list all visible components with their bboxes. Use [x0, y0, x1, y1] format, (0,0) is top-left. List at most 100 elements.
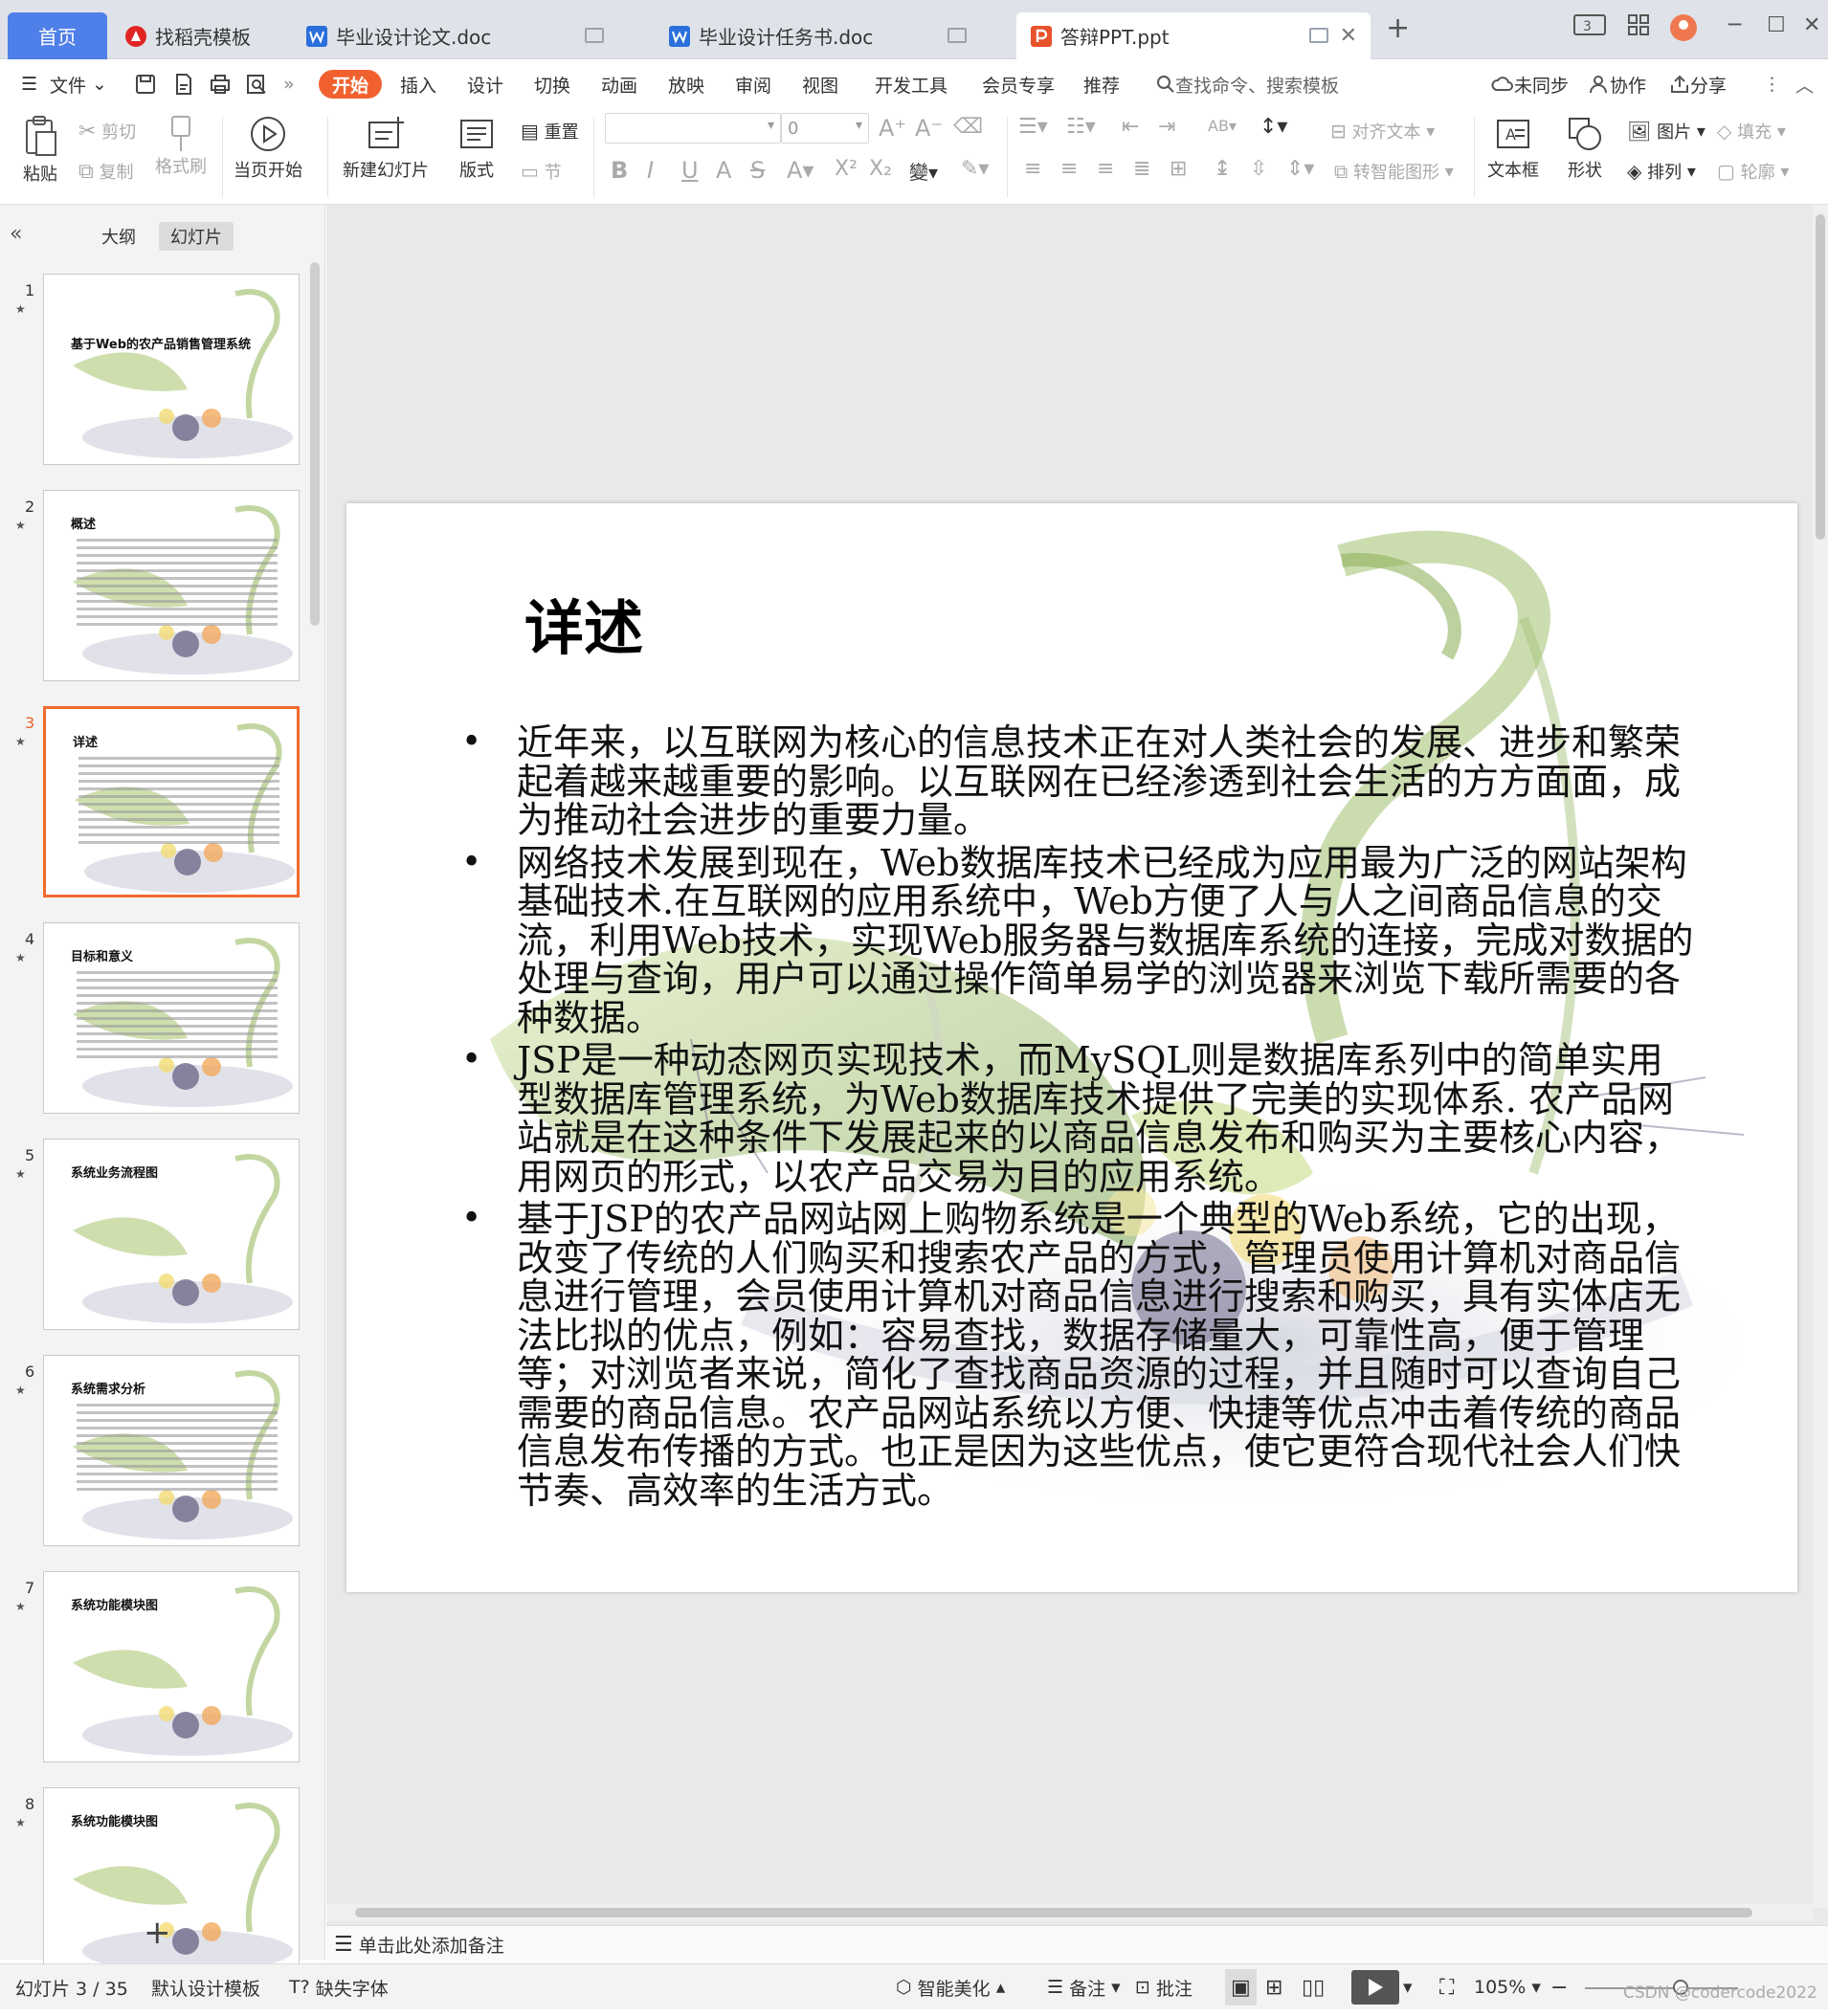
subscript-icon[interactable]: X₂: [869, 157, 892, 181]
minimize-icon[interactable]: ─: [1728, 13, 1741, 37]
cut-button[interactable]: ✂ 剪切: [78, 119, 136, 144]
slide-thumbnail[interactable]: 系统功能模块图: [43, 1571, 300, 1762]
tab-slides[interactable]: 幻灯片: [159, 222, 234, 251]
shape-button[interactable]: 形状: [1566, 115, 1604, 182]
section-button[interactable]: ▭ 节: [521, 159, 562, 184]
menu-view[interactable]: 视图: [802, 59, 838, 109]
tab-defense-ppt[interactable]: 答辩PPT.ppt ✕: [1016, 12, 1371, 59]
paragraph-spacing-icon[interactable]: ⇳: [1250, 157, 1267, 181]
save-icon[interactable]: [134, 59, 157, 109]
zoom-level[interactable]: 105% ▾: [1474, 1964, 1541, 2010]
sort-icon[interactable]: ↕▾: [1260, 115, 1287, 139]
menu-developer[interactable]: 开发工具: [875, 59, 947, 109]
normal-view-icon[interactable]: ▣: [1225, 1969, 1257, 2005]
workspace-icon[interactable]: 3: [1573, 13, 1606, 36]
comment-toggle[interactable]: ⊡ 批注: [1135, 1964, 1193, 2010]
highlight-icon[interactable]: ✎▾: [961, 157, 989, 181]
command-search[interactable]: 查找命令、搜索模板: [1156, 59, 1339, 109]
sorter-view-icon[interactable]: ⊞: [1265, 1964, 1282, 2010]
collaborate-button[interactable]: 协作: [1589, 59, 1646, 109]
panel-scrollbar[interactable]: [310, 262, 320, 626]
tab-home[interactable]: 首页: [8, 12, 107, 59]
slide-title[interactable]: 详述: [524, 580, 643, 666]
export-pdf-icon[interactable]: [172, 59, 195, 109]
new-slide-button[interactable]: 新建幻灯片: [343, 115, 429, 182]
bold-icon[interactable]: B: [611, 157, 628, 184]
align-text-button[interactable]: ⊟ 对齐文本 ▾: [1330, 119, 1435, 144]
sync-status[interactable]: 未同步: [1491, 59, 1569, 109]
zoom-out-icon[interactable]: −: [1550, 1964, 1568, 2010]
menu-animation[interactable]: 动画: [601, 59, 637, 109]
vertical-scrollbar[interactable]: [1813, 205, 1828, 1908]
font-color-icon[interactable]: A▾: [787, 157, 814, 184]
apps-grid-icon[interactable]: [1627, 13, 1650, 36]
menu-insert[interactable]: 插入: [400, 59, 436, 109]
scroll-thumb[interactable]: [1816, 214, 1825, 540]
clear-format-icon[interactable]: ⌫: [953, 115, 983, 139]
current-slide[interactable]: 详述 近年来，以互联网为核心的信息技术正在对人类社会的发展、进步和繁荣起着越来越…: [346, 503, 1797, 1592]
text-direction-icon[interactable]: AB▾: [1208, 117, 1237, 135]
play-slideshow-button[interactable]: [1351, 1970, 1399, 2005]
close-tab-icon[interactable]: ✕: [1340, 24, 1357, 48]
decrease-indent-icon[interactable]: ⇤: [1122, 115, 1139, 139]
phonetic-guide-icon[interactable]: 變▾: [909, 157, 938, 185]
numbering-icon[interactable]: ☷▾: [1066, 115, 1096, 139]
window-mode-icon[interactable]: [947, 28, 967, 43]
tab-task-doc[interactable]: 毕业设计任务书.doc: [655, 12, 1009, 59]
outline-button[interactable]: ▢ 轮廓 ▾: [1717, 159, 1789, 184]
underline-icon[interactable]: U: [681, 157, 699, 184]
fill-button[interactable]: ◇ 填充 ▾: [1717, 119, 1786, 144]
new-tab-icon[interactable]: +: [1386, 11, 1410, 45]
format-painter-button[interactable]: 格式刷: [155, 115, 207, 178]
menu-slideshow[interactable]: 放映: [668, 59, 704, 109]
distribute-icon[interactable]: ⊞: [1170, 157, 1187, 181]
hamburger-menu-icon[interactable]: ☰: [21, 59, 37, 109]
justify-icon[interactable]: ≣: [1133, 157, 1150, 181]
design-template-label[interactable]: 默认设计模板: [151, 1964, 260, 2010]
align-left-icon[interactable]: ≡: [1024, 157, 1041, 181]
menu-start[interactable]: 开始: [319, 70, 383, 99]
menu-file[interactable]: 文件 ⌄: [50, 59, 107, 109]
slide-thumbnail[interactable]: 目标和意义: [43, 922, 300, 1114]
share-button[interactable]: 分享: [1669, 59, 1727, 109]
maximize-icon[interactable]: ☐: [1767, 13, 1786, 37]
copy-button[interactable]: ⧉ 复制: [78, 159, 133, 184]
shrink-font-icon[interactable]: A⁻: [915, 115, 943, 142]
collapse-ribbon-icon[interactable]: ︿: [1795, 59, 1814, 109]
window-mode-icon[interactable]: [585, 28, 604, 43]
textbox-button[interactable]: A 文本框: [1487, 115, 1539, 182]
menu-member[interactable]: 会员专享: [982, 59, 1055, 109]
menu-recommend[interactable]: 推荐: [1083, 59, 1120, 109]
smart-graphic-button[interactable]: ⧉ 转智能图形 ▾: [1334, 159, 1454, 184]
reset-button[interactable]: ▤ 重置: [521, 119, 579, 144]
bullets-icon[interactable]: ☰▾: [1018, 115, 1048, 139]
arrange-button[interactable]: ◈ 排列 ▾: [1627, 159, 1696, 184]
scroll-thumb[interactable]: [355, 1908, 1752, 1917]
slide-thumbnail[interactable]: 基于Web的农产品销售管理系统: [43, 274, 300, 465]
increase-indent-icon[interactable]: ⇥: [1158, 115, 1175, 139]
align-center-icon[interactable]: ≡: [1060, 157, 1078, 181]
reading-view-icon[interactable]: ▯▯: [1302, 1964, 1325, 2010]
text-shadow-icon[interactable]: A: [716, 157, 731, 184]
add-slide-icon[interactable]: +: [144, 1914, 171, 1952]
notes-area[interactable]: ☰ 单击此处添加备注: [326, 1925, 1828, 1963]
columns-icon[interactable]: ⇕▾: [1286, 157, 1314, 181]
slide-thumbnail[interactable]: 概述: [43, 490, 300, 681]
font-name-combo[interactable]: ▾: [605, 113, 781, 144]
notes-toggle[interactable]: ☰ 备注 ▾: [1047, 1964, 1121, 2010]
slide-thumbnail[interactable]: 系统需求分析: [43, 1355, 300, 1546]
menu-transition[interactable]: 切换: [534, 59, 570, 109]
avatar[interactable]: [1669, 13, 1698, 42]
missing-font-button[interactable]: T? 缺失字体: [289, 1964, 389, 2010]
layout-button[interactable]: 版式: [457, 115, 496, 182]
slide-thumbnail[interactable]: 系统功能模块图: [43, 1787, 300, 1979]
menu-design[interactable]: 设计: [467, 59, 503, 109]
more-quick-icon[interactable]: »: [283, 59, 295, 109]
print-preview-icon[interactable]: [245, 59, 268, 109]
font-size-combo[interactable]: 0 ▾: [781, 113, 869, 144]
strikethrough-icon[interactable]: S: [750, 157, 765, 184]
slide-thumbnail[interactable]: 系统业务流程图: [43, 1139, 300, 1330]
italic-icon[interactable]: I: [647, 157, 654, 184]
collapse-panel-icon[interactable]: «: [10, 222, 22, 246]
menu-review[interactable]: 审阅: [735, 59, 771, 109]
